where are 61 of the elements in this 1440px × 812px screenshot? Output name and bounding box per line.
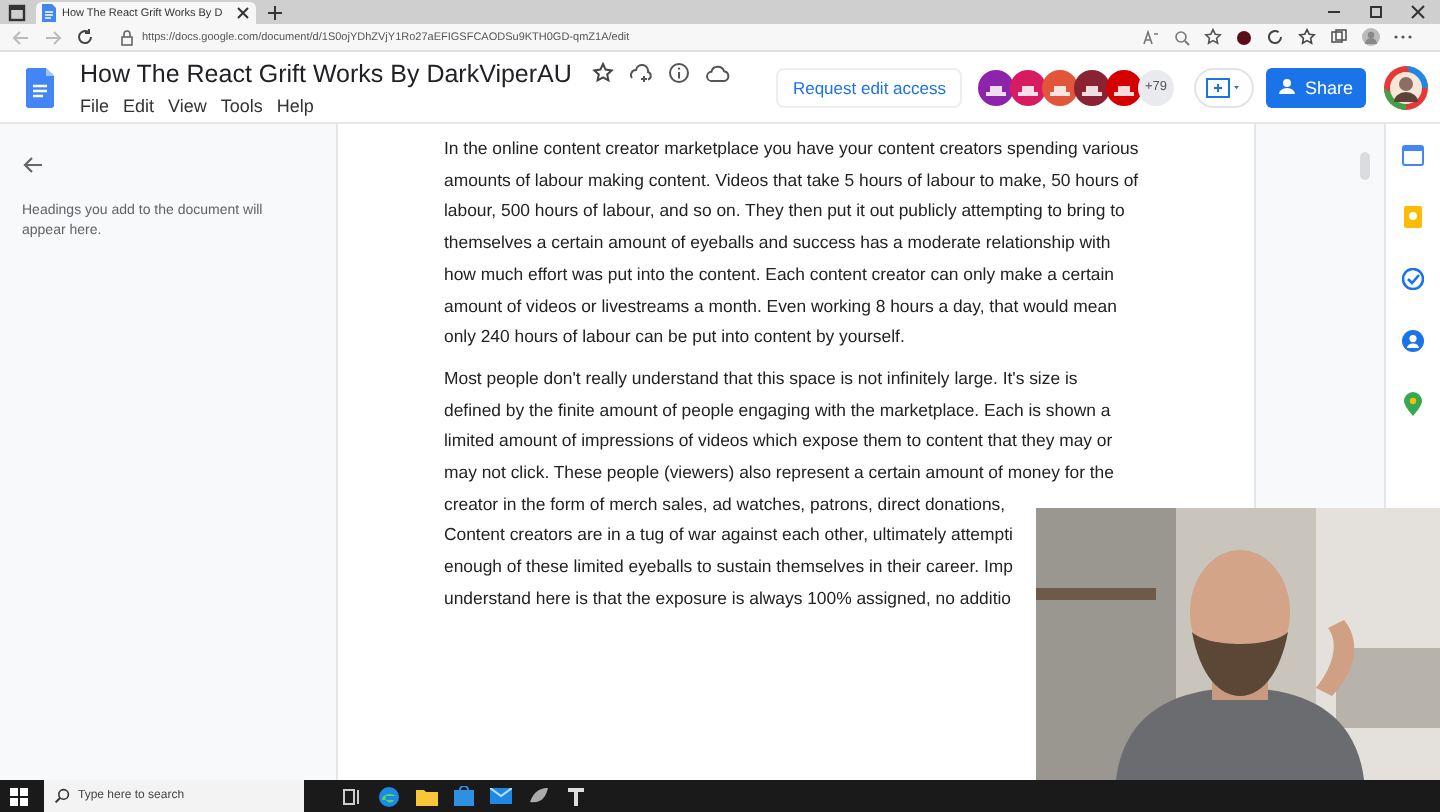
- present-icon: [1206, 77, 1242, 97]
- paragraph: In the online content creator marketplace you have your content creators spending various amounts of labour making content. Videos that take 5 hours of labour to make, 50 hours of labour, 500 hours of labour, and so on. They then put it out publicly attempting to bring to themselves a certain amount of eyeballs and success has a moderate relationship with how much effort was put into the content. Each content creator can only make a certain amount of videos or livestreams a month. Even working 8 hours a day, that would mean only 240 hours of labour can be put into content by yourself.: [444, 136, 1140, 351]
- present-button[interactable]: [1194, 67, 1254, 107]
- folder-icon[interactable]: [416, 787, 438, 805]
- person-icon: [1278, 77, 1297, 97]
- read-aloud-icon[interactable]: [1142, 29, 1160, 45]
- menu-item[interactable]: Edit: [123, 95, 155, 115]
- info-icon[interactable]: [667, 62, 690, 84]
- collaborator-avatar[interactable]: [1010, 69, 1046, 105]
- refresh-icon[interactable]: [1266, 28, 1284, 46]
- collaborator-avatar[interactable]: [1106, 69, 1142, 105]
- star-icon[interactable]: [1204, 28, 1222, 46]
- text-line: defined by the finite amount of people engaging with the marketplace. Each is shown a: [444, 397, 1113, 424]
- scrollbar-thumb[interactable]: [1360, 152, 1370, 180]
- text-line: enough of these limited eyeballs to sustain themselves in their career. Imp: [444, 554, 1015, 581]
- cloud-icon[interactable]: [705, 63, 730, 83]
- collaborator-avatar[interactable]: [1074, 69, 1110, 105]
- menu-item[interactable]: Help: [276, 95, 314, 115]
- maps-icon[interactable]: [1404, 392, 1422, 416]
- menu-item[interactable]: File: [80, 95, 110, 115]
- tab-actions-icon[interactable]: [8, 3, 26, 21]
- collaborator-avatar[interactable]: [978, 69, 1014, 105]
- close-icon[interactable]: [236, 6, 251, 20]
- record-icon[interactable]: [1236, 29, 1252, 45]
- text-line: understand here is that the exposure is always 100% assigned, no additio: [444, 585, 1013, 612]
- collections-icon[interactable]: [1330, 28, 1348, 46]
- tasks-icon[interactable]: [1402, 268, 1424, 290]
- menu-item[interactable]: Tools: [220, 95, 263, 115]
- docs-logo-icon[interactable]: [26, 67, 54, 107]
- text-line: limited amount of impressions of videos which expose them to content that they may or: [444, 428, 1115, 455]
- request-edit-access-button[interactable]: Request edit access: [776, 67, 962, 107]
- favorites-icon[interactable]: [1298, 28, 1316, 46]
- lock-icon: [120, 29, 134, 45]
- account-avatar[interactable]: [1384, 65, 1428, 109]
- drive-add-icon[interactable]: [629, 62, 652, 84]
- share-button[interactable]: Share: [1266, 67, 1366, 107]
- collaborator-avatar[interactable]: [1042, 69, 1078, 105]
- refresh-icon[interactable]: [76, 28, 94, 46]
- new-tab-icon[interactable]: [266, 3, 285, 21]
- back-arrow-icon[interactable]: [22, 156, 42, 174]
- zoom-icon[interactable]: [1174, 29, 1190, 45]
- maximize-icon[interactable]: [1366, 4, 1386, 20]
- text-line: creator in the form of merch sales, ad watches, patrons, direct donations,: [444, 491, 1008, 518]
- calendar-icon[interactable]: [1402, 144, 1424, 166]
- contacts-icon[interactable]: [1402, 330, 1424, 352]
- document-title[interactable]: How The React Grift Works By DarkViperAU: [80, 59, 572, 87]
- close-icon[interactable]: [1408, 4, 1428, 20]
- task-view-icon[interactable]: [342, 787, 362, 805]
- text-line: Most people don't really understand that this space is not infinitely large. It's size is: [444, 365, 1080, 392]
- menu-item[interactable]: View: [168, 95, 207, 115]
- text-line: Content creators are in a tug of war against each other, ultimately attempti: [444, 522, 1015, 549]
- star-icon[interactable]: [591, 62, 614, 84]
- store-icon[interactable]: [454, 786, 474, 806]
- text-line: may not click. These people (viewers) also represent a certain amount of money for the: [444, 460, 1116, 487]
- windows-start-icon[interactable]: [10, 787, 28, 805]
- app-icon[interactable]: [528, 786, 550, 806]
- app-icon[interactable]: [566, 786, 586, 806]
- profile-icon[interactable]: [1362, 28, 1380, 46]
- more-icon[interactable]: [1394, 34, 1412, 40]
- edge-icon[interactable]: [378, 785, 400, 807]
- mail-icon[interactable]: [490, 788, 512, 804]
